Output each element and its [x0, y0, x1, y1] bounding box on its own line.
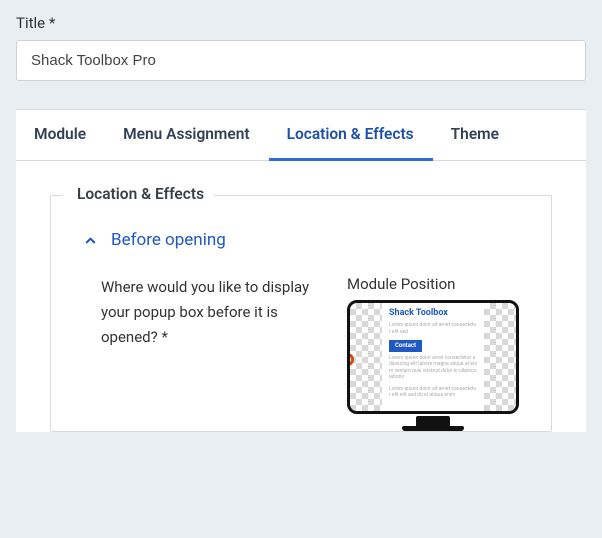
module-position-preview[interactable]: Shack Toolbox Lorem ipsum dolor sit amet…: [347, 300, 519, 431]
tab-menu-assignment[interactable]: Menu Assignment: [105, 110, 269, 160]
checker-right: [484, 303, 516, 411]
tab-panel: Location & Effects Before opening Where …: [16, 161, 586, 432]
preview-content: Shack Toolbox Lorem ipsum dolor sit amet…: [382, 303, 484, 411]
fieldset-location-effects: Location & Effects Before opening Where …: [50, 195, 552, 432]
tab-theme[interactable]: Theme: [433, 110, 518, 160]
title-input[interactable]: [16, 40, 586, 81]
module-position-label: Module Position: [347, 275, 529, 293]
preview-title: Shack Toolbox: [389, 308, 477, 319]
fieldset-legend: Location & Effects: [63, 185, 214, 203]
accordion-header-label: Before opening: [111, 230, 226, 250]
question-text: Where would you like to display your pop…: [101, 275, 327, 431]
accordion-before-opening[interactable]: Before opening: [73, 223, 529, 265]
monitor-stand: [416, 416, 450, 426]
chevron-up-icon: [79, 229, 101, 251]
tab-module[interactable]: Module: [16, 110, 105, 160]
checker-left: [350, 303, 382, 411]
tab-location-effects[interactable]: Location & Effects: [269, 110, 433, 161]
tabs-bar: Module Menu Assignment Location & Effect…: [16, 109, 586, 161]
monitor-base: [402, 426, 464, 431]
title-label: Title *: [16, 14, 586, 32]
preview-button: Contact: [389, 340, 422, 352]
